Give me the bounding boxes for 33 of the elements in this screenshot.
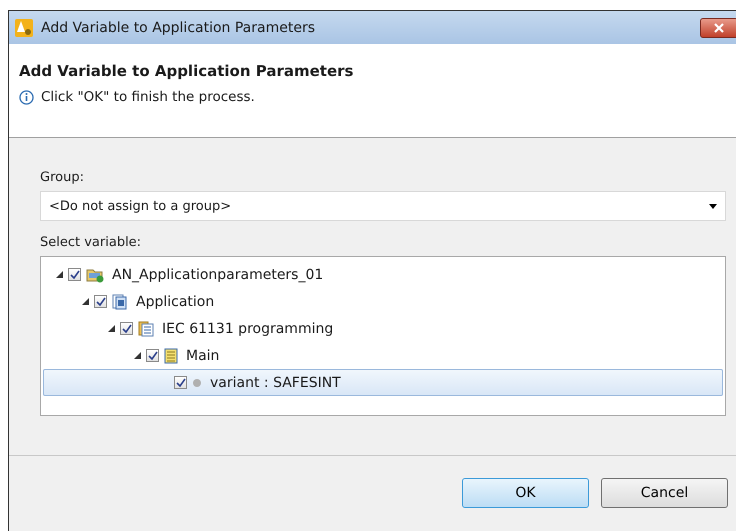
- document-icon: [112, 294, 128, 310]
- ok-button[interactable]: OK: [462, 478, 589, 508]
- document-icon: [164, 348, 178, 364]
- list-document-icon: [138, 320, 154, 336]
- tree-item-label: Application: [136, 294, 214, 310]
- info-icon: [19, 90, 34, 104]
- dot-icon: [192, 378, 202, 388]
- tree-item[interactable]: Application: [43, 288, 723, 315]
- checkbox[interactable]: [68, 268, 81, 281]
- close-icon: [714, 22, 724, 32]
- cancel-button[interactable]: Cancel: [601, 478, 728, 508]
- dialog-heading: Add Variable to Application Parameters: [19, 62, 354, 80]
- checkbox[interactable]: [94, 295, 107, 308]
- checkbox[interactable]: [174, 376, 187, 389]
- window-title: Add Variable to Application Parameters: [41, 20, 316, 36]
- tree-item-label: IEC 61131 programming: [162, 320, 334, 336]
- tree-label: Select variable:: [40, 235, 142, 250]
- group-label: Group:: [40, 170, 85, 185]
- tree-item[interactable]: AN_Applicationparameters_01: [43, 261, 723, 288]
- tree-item-label: variant : SAFESINT: [210, 374, 341, 390]
- close-button[interactable]: [700, 18, 736, 38]
- group-dropdown[interactable]: <Do not assign to a group>: [40, 191, 726, 221]
- tree-item-label: AN_Applicationparameters_01: [112, 266, 324, 282]
- tree-item[interactable]: Main: [43, 342, 723, 369]
- folder-icon: [86, 266, 104, 282]
- tree-item-label: Main: [186, 348, 220, 364]
- cone-gear-icon: [15, 18, 33, 36]
- checkbox[interactable]: [120, 322, 133, 335]
- dropdown-arrow-icon: [709, 204, 717, 208]
- tree-item[interactable]: IEC 61131 programming: [43, 315, 723, 342]
- info-message: Click "OK" to finish the process.: [41, 89, 255, 105]
- tree-item[interactable]: variant : SAFESINT: [43, 369, 723, 396]
- checkbox[interactable]: [146, 349, 159, 362]
